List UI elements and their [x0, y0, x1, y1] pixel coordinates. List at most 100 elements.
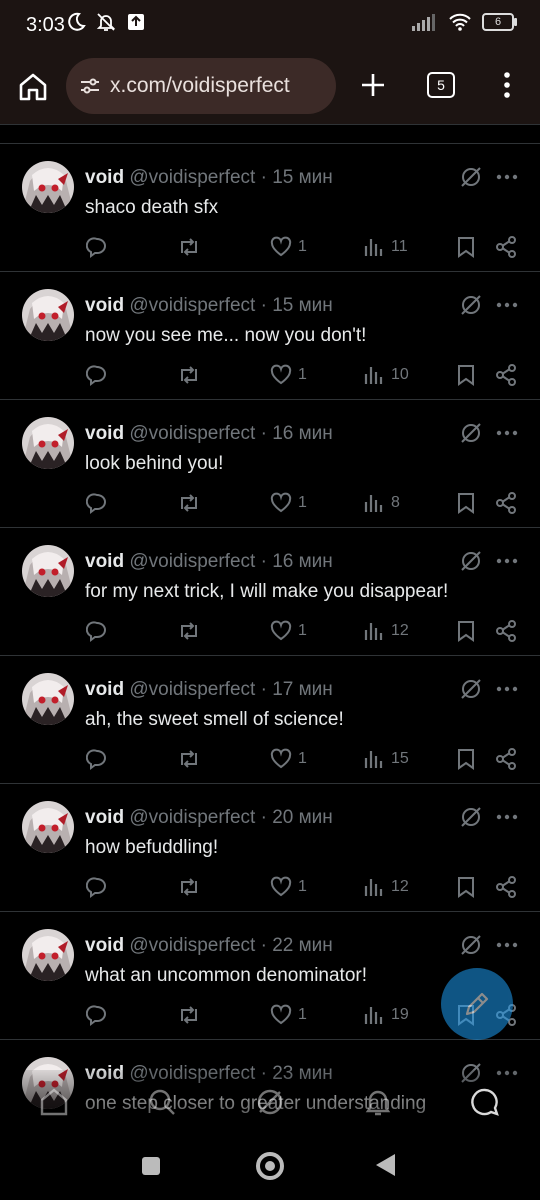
share-button[interactable]: [495, 236, 517, 258]
grok-icon[interactable]: [460, 294, 482, 316]
tweet-item[interactable]: void @voidisperfect · 16 мин look behind…: [0, 399, 540, 527]
avatar[interactable]: [22, 289, 74, 341]
reply-button[interactable]: [86, 492, 108, 514]
tweet-item[interactable]: void @voidisperfect · 16 мин for my next…: [0, 527, 540, 655]
retweet-button[interactable]: [177, 236, 201, 258]
tweet-time[interactable]: 20 мин: [272, 807, 333, 828]
tweet-item[interactable]: void @voidisperfect · 15 мин shaco death…: [0, 143, 540, 271]
avatar[interactable]: [22, 545, 74, 597]
grok-icon[interactable]: [460, 678, 482, 700]
compose-button[interactable]: [441, 968, 513, 1040]
author-handle[interactable]: @voidisperfect: [129, 423, 255, 444]
home-tab-icon[interactable]: [38, 1086, 70, 1118]
more-icon[interactable]: [496, 430, 518, 436]
reply-button[interactable]: [86, 1004, 108, 1026]
grok-icon[interactable]: [460, 806, 482, 828]
share-button[interactable]: [495, 364, 517, 386]
views-button[interactable]: 8: [363, 492, 400, 514]
more-icon[interactable]: [496, 686, 518, 692]
messages-tab-icon[interactable]: [469, 1086, 501, 1118]
author-name[interactable]: void: [85, 807, 124, 828]
like-button[interactable]: 1: [270, 492, 307, 514]
grok-icon[interactable]: [460, 934, 482, 956]
retweet-button[interactable]: [177, 1004, 201, 1026]
bookmark-button[interactable]: [456, 492, 476, 514]
views-button[interactable]: 15: [363, 748, 409, 770]
avatar[interactable]: [22, 801, 74, 853]
share-button[interactable]: [495, 620, 517, 642]
search-tab-icon[interactable]: [146, 1086, 178, 1118]
reply-button[interactable]: [86, 748, 108, 770]
reply-button[interactable]: [86, 364, 108, 386]
like-button[interactable]: 1: [270, 236, 307, 258]
bookmark-button[interactable]: [456, 364, 476, 386]
more-icon[interactable]: [496, 558, 518, 564]
grok-icon[interactable]: [460, 550, 482, 572]
retweet-button[interactable]: [177, 364, 201, 386]
retweet-button[interactable]: [177, 492, 201, 514]
tweet-item[interactable]: void @voidisperfect · 15 мин now you see…: [0, 271, 540, 399]
retweet-button[interactable]: [177, 620, 201, 642]
like-button[interactable]: 1: [270, 748, 307, 770]
bookmark-button[interactable]: [456, 876, 476, 898]
tweet-time[interactable]: 16 мин: [272, 551, 333, 572]
tweet-time[interactable]: 15 мин: [272, 295, 333, 316]
bookmark-button[interactable]: [456, 620, 476, 642]
like-button[interactable]: 1: [270, 620, 307, 642]
grok-icon[interactable]: [460, 166, 482, 188]
like-button[interactable]: 1: [270, 876, 307, 898]
share-button[interactable]: [495, 492, 517, 514]
author-name[interactable]: void: [85, 295, 124, 316]
browser-menu-icon[interactable]: [495, 68, 519, 102]
author-name[interactable]: void: [85, 423, 124, 444]
tab-switcher-button[interactable]: 5: [427, 72, 455, 98]
home-icon[interactable]: [16, 70, 50, 104]
more-icon[interactable]: [496, 174, 518, 180]
author-handle[interactable]: @voidisperfect: [129, 807, 255, 828]
author-name[interactable]: void: [85, 167, 124, 188]
reply-button[interactable]: [86, 236, 108, 258]
avatar[interactable]: [22, 161, 74, 213]
tweet-item[interactable]: void @voidisperfect · 17 мин ah, the swe…: [0, 655, 540, 783]
author-name[interactable]: void: [85, 679, 124, 700]
views-button[interactable]: 12: [363, 620, 409, 642]
author-handle[interactable]: @voidisperfect: [129, 679, 255, 700]
author-name[interactable]: void: [85, 935, 124, 956]
more-icon[interactable]: [496, 302, 518, 308]
url-bar[interactable]: x.com/voidisperfect: [66, 58, 336, 114]
tweet-time[interactable]: 17 мин: [272, 679, 333, 700]
reply-button[interactable]: [86, 876, 108, 898]
views-button[interactable]: 12: [363, 876, 409, 898]
tweet-item[interactable]: void @voidisperfect · 20 мин how befuddl…: [0, 783, 540, 911]
views-button[interactable]: 10: [363, 364, 409, 386]
bookmark-button[interactable]: [456, 236, 476, 258]
avatar[interactable]: [22, 417, 74, 469]
retweet-button[interactable]: [177, 876, 201, 898]
tweet-time[interactable]: 16 мин: [272, 423, 333, 444]
bookmark-button[interactable]: [456, 748, 476, 770]
more-icon[interactable]: [496, 942, 518, 948]
author-handle[interactable]: @voidisperfect: [129, 167, 255, 188]
new-tab-icon[interactable]: [358, 70, 388, 100]
reply-button[interactable]: [86, 620, 108, 642]
notifications-tab-icon[interactable]: [362, 1086, 394, 1118]
back-button[interactable]: [376, 1154, 395, 1176]
more-icon[interactable]: [496, 814, 518, 820]
retweet-button[interactable]: [177, 748, 201, 770]
author-handle[interactable]: @voidisperfect: [129, 935, 255, 956]
site-settings-icon[interactable]: [78, 74, 102, 98]
tweet-time[interactable]: 15 мин: [272, 167, 333, 188]
views-button[interactable]: 19: [363, 1004, 409, 1026]
recents-button[interactable]: [142, 1157, 160, 1175]
like-button[interactable]: 1: [270, 1004, 307, 1026]
home-nav-button[interactable]: [256, 1152, 284, 1180]
share-button[interactable]: [495, 876, 517, 898]
author-handle[interactable]: @voidisperfect: [129, 551, 255, 572]
like-button[interactable]: 1: [270, 364, 307, 386]
grok-tab-icon[interactable]: [254, 1086, 286, 1118]
author-name[interactable]: void: [85, 551, 124, 572]
tweet-time[interactable]: 22 мин: [272, 935, 333, 956]
share-button[interactable]: [495, 748, 517, 770]
avatar[interactable]: [22, 673, 74, 725]
avatar[interactable]: [22, 929, 74, 981]
